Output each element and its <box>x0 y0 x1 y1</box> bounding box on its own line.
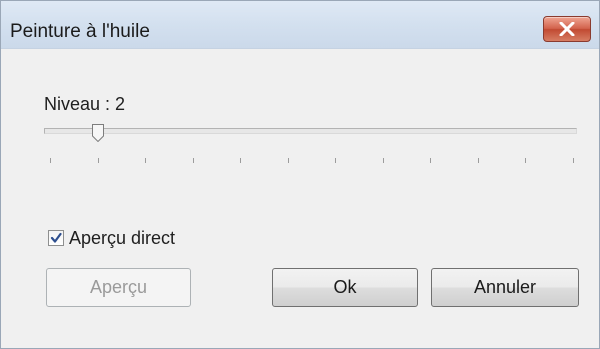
slider-tick <box>98 158 99 163</box>
cancel-button[interactable]: Annuler <box>431 268 579 307</box>
ok-button[interactable]: Ok <box>272 268 418 307</box>
slider-tick <box>335 158 336 163</box>
live-preview-checkbox[interactable] <box>48 230 64 246</box>
level-slider-thumb[interactable] <box>92 124 104 142</box>
slider-tick <box>193 158 194 163</box>
level-label: Niveau : 2 <box>44 94 126 114</box>
checkmark-icon <box>50 232 62 243</box>
close-icon <box>559 22 575 36</box>
level-slider-track[interactable] <box>44 128 577 134</box>
slider-tick <box>240 158 241 163</box>
live-preview-label: Aperçu direct <box>69 228 176 248</box>
close-button[interactable] <box>543 16 591 42</box>
slider-tick <box>288 158 289 163</box>
slider-tick <box>430 158 431 163</box>
title-bar: Peinture à l'huile <box>1 1 599 49</box>
slider-tick <box>383 158 384 163</box>
window-title: Peinture à l'huile <box>10 21 150 42</box>
slider-tick <box>525 158 526 163</box>
slider-tick <box>573 158 574 163</box>
preview-button[interactable]: Aperçu <box>46 268 191 307</box>
slider-tick <box>50 158 51 163</box>
slider-tick <box>478 158 479 163</box>
dialog-window: Peinture à l'huile Niveau : 2 Aperçu dir… <box>0 0 600 349</box>
slider-tick <box>145 158 146 163</box>
